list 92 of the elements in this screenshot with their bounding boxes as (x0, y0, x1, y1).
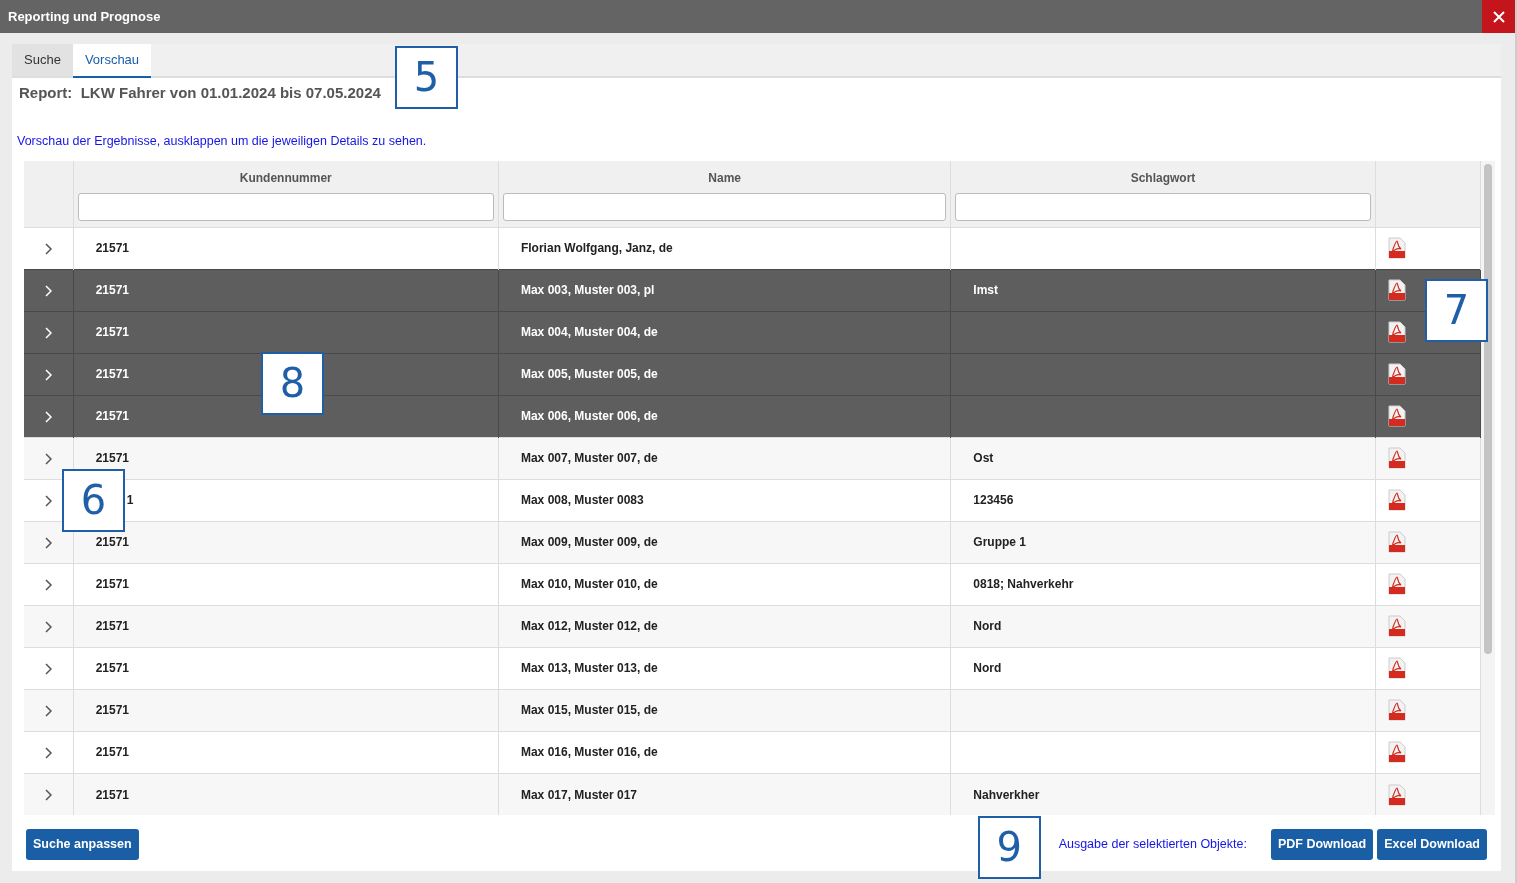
callout-number: 5 (395, 45, 458, 109)
table-cell: 21571 (95, 325, 129, 340)
filter-field[interactable] (502, 192, 947, 221)
table-cell: Max 013, Muster 013, de (520, 661, 658, 676)
table-cell: Max 015, Muster 015, de (520, 703, 658, 718)
table-cell: 0818; Nahverkehr (973, 577, 1074, 592)
output-label: Ausgabe der selektierten Objekte: (1058, 835, 1247, 853)
chevron-icon[interactable] (44, 663, 53, 676)
pdf-icon[interactable] (1387, 657, 1406, 680)
callout-number: 8 (261, 351, 324, 415)
table-row[interactable]: 21571 Max 015, Muster 015, de (24, 689, 1481, 732)
chevron-icon[interactable] (44, 453, 53, 466)
filter-field[interactable] (77, 192, 494, 221)
pdf-icon[interactable] (1387, 741, 1406, 764)
table-row[interactable]: 21571 Max 017, Muster 017 Nahverkher (24, 773, 1481, 815)
column-header: Name (707, 169, 742, 187)
table-row[interactable]: 21571 Max 010, Muster 010, de 0818; Nahverkehr (24, 563, 1481, 606)
description-text: Vorschau der Ergebnisse, ausklappen um die jeweiligen Details zu sehen. (17, 133, 428, 150)
window-title: Reporting und Prognose (8, 7, 161, 26)
chevron-icon[interactable] (44, 747, 53, 760)
chevron-icon[interactable] (44, 495, 53, 508)
chevron-icon[interactable] (44, 621, 53, 634)
pdf-icon[interactable] (1387, 531, 1406, 554)
pdf-icon[interactable] (1387, 783, 1406, 806)
table-cell: Gruppe 1 (973, 535, 1027, 550)
column-header: Schlagwort (1129, 169, 1197, 187)
table-row[interactable]: 21571 Max 013, Muster 013, de Nord (24, 647, 1481, 690)
pdf-icon[interactable] (1387, 363, 1406, 386)
table-cell: Max 010, Muster 010, de (520, 577, 658, 592)
pdf-icon[interactable] (1387, 447, 1406, 470)
report-title: Report: LKW Fahrer von 01.01.2024 bis 07.05.2024 (19, 82, 382, 103)
table-cell: 21571 (95, 535, 129, 550)
table-cell: 123456 (973, 493, 1014, 508)
pdf-icon[interactable] (1387, 279, 1406, 302)
callout-number: 6 (62, 468, 125, 532)
table-cell: 21571 (95, 241, 129, 256)
pdf-icon[interactable] (1387, 237, 1406, 260)
table-cell: 21571 (95, 283, 129, 298)
chevron-icon[interactable] (44, 579, 53, 592)
tab[interactable]: Vorschau (72, 44, 152, 78)
table-cell: Max 007, Muster 007, de (520, 451, 658, 466)
table-cell: Imst (973, 283, 999, 298)
table-row[interactable]: 21571 Max 016, Muster 016, de (24, 731, 1481, 774)
table-row[interactable]: 21571 Max 007, Muster 007, de Ost (24, 437, 1481, 480)
table-cell: Max 012, Muster 012, de (520, 619, 658, 634)
table-row[interactable]: 21571 Max 009, Muster 009, de Gruppe 1 (24, 521, 1481, 564)
scrollbar-thumb[interactable] (1484, 163, 1492, 654)
table-cell: 21571 (95, 661, 129, 676)
table-cell: 21571 (95, 451, 129, 466)
table-cell: Max 009, Muster 009, de (520, 535, 658, 550)
table-row[interactable]: 21571 Florian Wolfgang, Janz, de (24, 227, 1481, 270)
table-cell: 21571 (95, 619, 129, 634)
download-button[interactable]: PDF Download (1270, 828, 1374, 860)
table-cell: Nord (973, 619, 1002, 634)
table-cell: Nord (973, 661, 1002, 676)
chevron-icon[interactable] (44, 705, 53, 718)
table-cell: Florian Wolfgang, Janz, de (520, 241, 673, 256)
pdf-icon[interactable] (1387, 699, 1406, 722)
pdf-icon[interactable] (1387, 321, 1406, 344)
pdf-icon[interactable] (1387, 615, 1406, 638)
column-header: Kundennummer (238, 169, 333, 187)
table-cell: 21571 (95, 745, 129, 760)
filter-field[interactable] (955, 192, 1371, 221)
table-cell: Nahverkher (973, 787, 1040, 802)
table-cell: 21571 (95, 787, 129, 802)
close-icon (1492, 10, 1505, 23)
table-cell: Max 005, Muster 005, de (520, 367, 658, 382)
table-cell: 21571 (95, 577, 129, 592)
table-cell: 1 (126, 493, 134, 508)
table-cell: Max 016, Muster 016, de (520, 745, 658, 760)
table-cell: Max 017, Muster 017 (520, 787, 637, 802)
tab[interactable]: Suche (12, 44, 73, 76)
callout-number: 7 (1425, 278, 1488, 342)
table-cell: Max 006, Muster 006, de (520, 409, 658, 424)
table-cell: 21571 (95, 703, 129, 718)
chevron-icon[interactable] (44, 789, 53, 802)
chevron-icon[interactable] (44, 243, 53, 256)
pdf-icon[interactable] (1387, 405, 1406, 428)
close-button[interactable] (1482, 0, 1515, 33)
table-cell: 21571 (95, 367, 129, 382)
download-button[interactable]: Excel Download (1377, 828, 1487, 860)
callout-number: 9 (977, 815, 1041, 879)
table-cell: Max 003, Muster 003, pl (520, 283, 655, 298)
table-row[interactable]: 21571 Max 012, Muster 012, de Nord (24, 605, 1481, 648)
chevron-icon[interactable] (44, 537, 53, 550)
table-cell: Max 004, Muster 004, de (520, 325, 658, 340)
adjust-search-button[interactable]: Suche anpassen (26, 828, 139, 860)
pdf-icon[interactable] (1387, 573, 1406, 596)
table-cell: 21571 (95, 409, 129, 424)
pdf-icon[interactable] (1387, 489, 1406, 512)
table-cell: Max 008, Muster 0083 (520, 493, 644, 508)
table-cell: Ost (973, 451, 994, 466)
